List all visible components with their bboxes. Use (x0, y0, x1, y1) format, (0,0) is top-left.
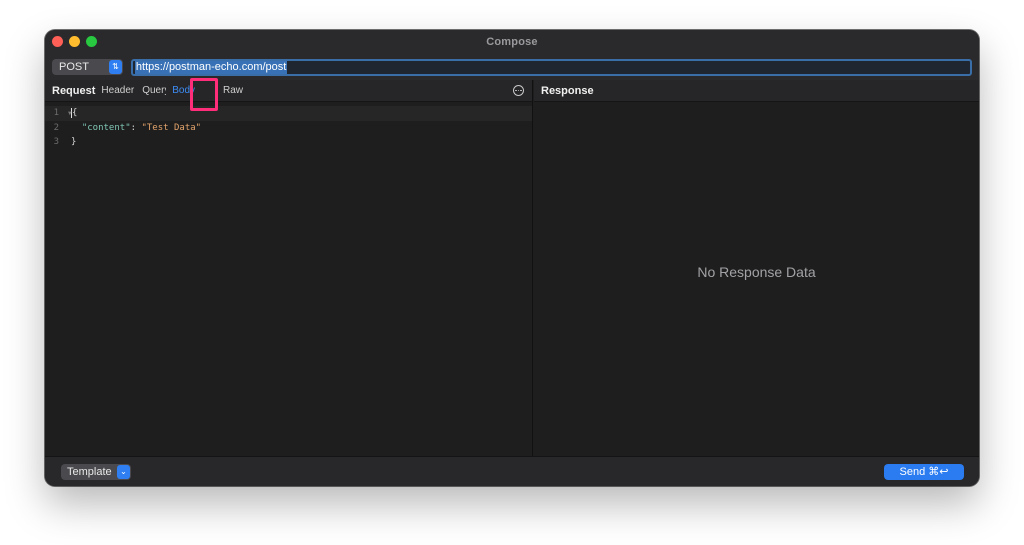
method-select[interactable]: POST ⇅ (52, 59, 123, 75)
body-tab-highlight (190, 78, 218, 111)
request-tabs: Request Header Query Body Raw (45, 80, 532, 102)
editor-line: 2 "content": "Test Data" (45, 121, 532, 136)
send-button[interactable]: Send ⌘↩ (884, 464, 964, 480)
url-input[interactable]: https://postman-echo.com/post (130, 58, 972, 76)
request-heading: Request (52, 84, 96, 97)
maximize-window-button[interactable] (86, 36, 97, 47)
line-number: 3 (53, 137, 59, 148)
method-value: POST (59, 61, 89, 73)
json-key: "content" (81, 122, 131, 133)
fold-caret-icon[interactable]: ▼ (68, 110, 72, 117)
chevron-down-icon[interactable]: ⌄ (117, 465, 130, 479)
editor-line: 1 ▼ { (45, 106, 532, 121)
line-number: 2 (53, 122, 59, 133)
json-value: "Test Data" (141, 122, 202, 133)
response-pane: Response No Response Data (534, 80, 979, 456)
json-colon: : (130, 122, 142, 133)
line-number: 1 (53, 108, 59, 119)
editor-line: 3 } (45, 135, 532, 150)
tab-raw[interactable]: Raw (223, 85, 243, 96)
title-bar: Compose (45, 30, 979, 54)
compose-window: Compose POST ⇅ https://postman-echo.com/… (45, 30, 979, 486)
close-window-button[interactable] (52, 36, 63, 47)
empty-response-message: No Response Data (697, 264, 816, 280)
template-label: Template (67, 466, 112, 478)
minimize-window-button[interactable] (69, 36, 80, 47)
window-title: Compose (486, 36, 538, 48)
body-editor[interactable]: 1 ▼ { 2 "content": "Test Data" 3 } (45, 102, 532, 150)
tab-query[interactable]: Query (142, 85, 166, 96)
window-controls (52, 36, 97, 47)
url-value: https://postman-echo.com/post (134, 60, 288, 74)
chevron-updown-icon[interactable]: ⇅ (108, 60, 122, 74)
request-pane: Request Header Query Body Raw 1 ▼ { 2 "c… (45, 80, 533, 456)
template-select[interactable]: Template ⌄ (61, 464, 131, 480)
bottom-toolbar: Template ⌄ Send ⌘↩ (45, 456, 979, 486)
more-options-icon[interactable] (513, 85, 524, 96)
tab-header[interactable]: Header (101, 85, 134, 96)
code-close-brace: } (71, 137, 77, 148)
request-url-bar: POST ⇅ https://postman-echo.com/post (45, 54, 979, 80)
